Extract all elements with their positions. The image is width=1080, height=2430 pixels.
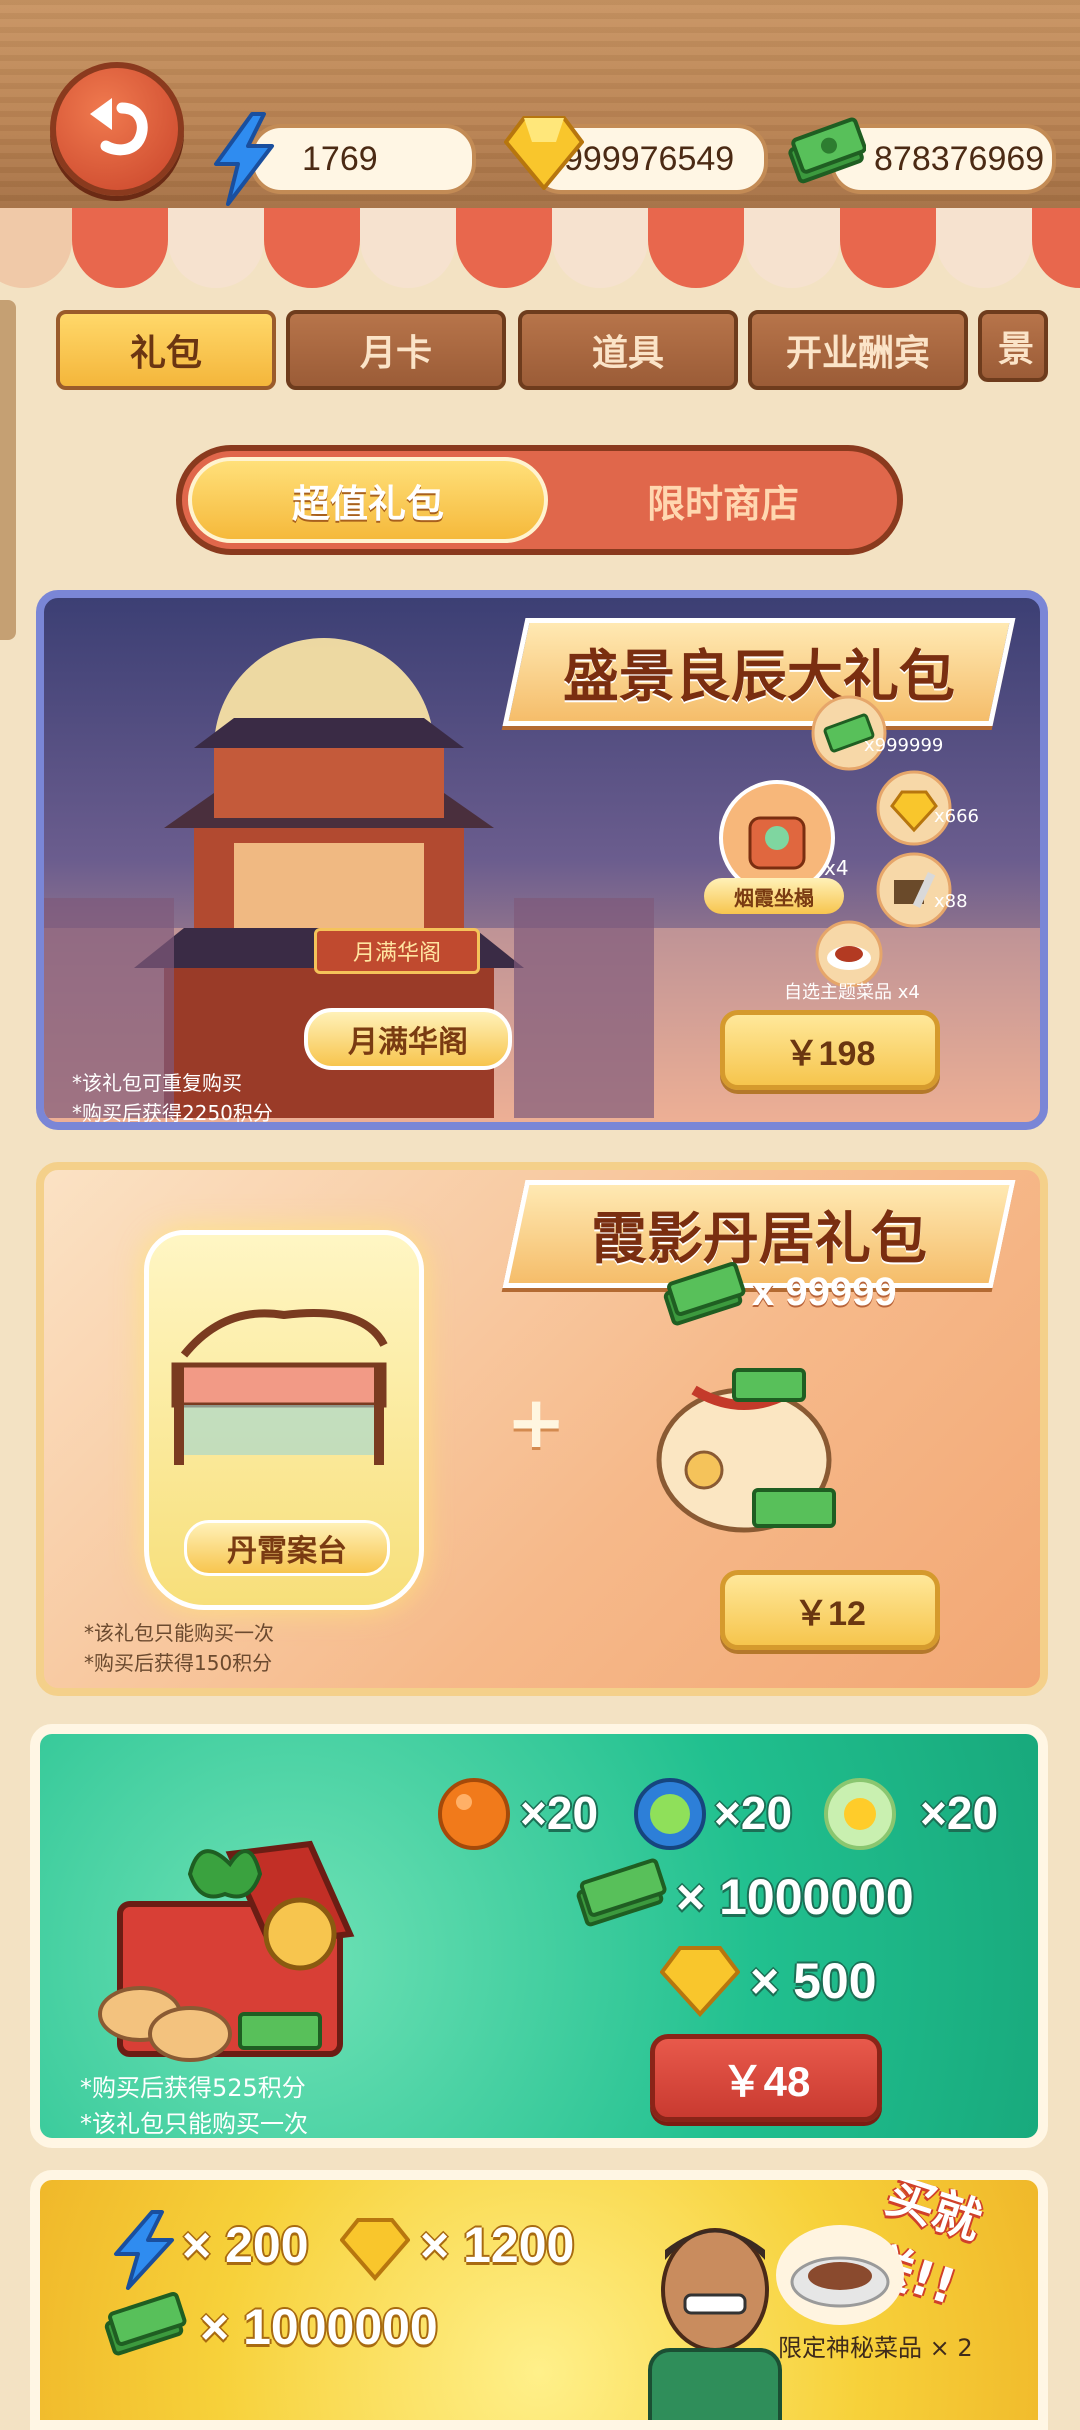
pack3-buy-button[interactable]: ￥48 [650, 2034, 882, 2122]
segment-label: 超值礼包 [291, 481, 444, 526]
pack-card-xiaying[interactable]: 霞影丹居礼包 丹霄案台 + x 99999 ￥12 *该礼包只能购买一次 *购买… [36, 1162, 1048, 1696]
robot-label: 烟霞坐榻 [704, 878, 844, 914]
pack3-gem-qty: × 500 [750, 1953, 877, 2009]
tab-label: 道具 [591, 333, 664, 374]
tab-label: 景 [998, 329, 1035, 370]
building-label: 月满华阁 [304, 1008, 512, 1070]
table-item-frame: 丹霄案台 [144, 1230, 424, 1610]
money-bag-icon [656, 1368, 836, 1533]
pack-card-grand[interactable]: 月满华阁 月满华阁 盛景良辰大礼包 x999999 x666 x4 烟霞坐榻 x… [36, 590, 1048, 1130]
note-line: *购买后获得2250积分 [72, 1101, 273, 1125]
awning-decoration [0, 208, 1080, 288]
pack1-notes: *该礼包可重复购买 *购买后获得2250积分 [72, 1068, 273, 1125]
cash-icon [788, 117, 866, 184]
robot-reward-qty: x4 [824, 856, 849, 880]
building-sign: 月满华阁 [314, 928, 480, 974]
back-arrow-icon [90, 98, 148, 156]
pack4-cash-qty: × 1000000 [200, 2299, 438, 2355]
gem-icon [504, 116, 584, 190]
segment-value-packs[interactable]: 超值礼包 [188, 457, 548, 543]
cash-icon [663, 1262, 746, 1326]
pack3-notes: *购买后获得525积分 *该礼包只能购买一次 [80, 2070, 308, 2138]
pack-card-yellow[interactable]: × 200 × 1200 × 1000000 买就送!! 限定神秘菜品 × 2 [30, 2170, 1048, 2430]
note-line: *购买后获得525积分 [80, 2074, 306, 2102]
orange-qty: ×20 [520, 1787, 599, 1839]
note-line: *该礼包只能购买一次 [80, 2110, 308, 2138]
cash-icon [104, 2292, 187, 2356]
tab-items[interactable]: 道具 [518, 310, 738, 390]
pack2-buy-button[interactable]: ￥12 [720, 1570, 940, 1650]
scroll-indicator[interactable] [0, 300, 16, 640]
mystery-dish-icon [776, 2225, 904, 2325]
lightning-icon [114, 2210, 174, 2290]
energy-value: 1769 [302, 139, 378, 178]
tab-monthly-card[interactable]: 月卡 [286, 310, 506, 390]
pack3-cash-qty: × 1000000 [676, 1869, 914, 1925]
tool-reward-qty: x88 [934, 891, 968, 912]
tab-label: 礼包 [129, 333, 202, 374]
energy-counter: 1769 [250, 124, 476, 194]
pack4-energy-qty: × 200 [182, 2217, 309, 2273]
tab-label: 月卡 [359, 333, 432, 374]
tab-gift-pack[interactable]: 礼包 [56, 310, 276, 390]
category-tabs: 礼包 月卡 道具 开业酬宾 景 [38, 300, 1058, 396]
back-button[interactable] [50, 62, 184, 196]
gift-box-icon [98, 1840, 355, 2062]
table-icon [171, 1309, 388, 1465]
shop-segment-control: 超值礼包 限时商店 [176, 445, 903, 555]
note-line: *该礼包可重复购买 [72, 1071, 242, 1095]
gem-icon [660, 1946, 740, 2017]
tab-scenery[interactable]: 景 [978, 310, 1048, 382]
mystery-dish-label: 限定神秘菜品 × 2 [778, 2334, 973, 2362]
pack2-title: 霞影丹居礼包 [591, 1206, 927, 1272]
pack-card-green[interactable]: ×20 ×20 ×20 × 1000000 × 500 ￥48 *购买后获得52… [30, 1724, 1048, 2148]
cash-reward-icon [811, 695, 887, 771]
orange-ball-icon [438, 1778, 510, 1850]
segment-limited-shop[interactable]: 限时商店 [549, 457, 897, 543]
pack1-title: 盛景良辰大礼包 [563, 644, 955, 710]
plus-icon: + [506, 1380, 567, 1464]
table-item-label: 丹霄案台 [184, 1520, 390, 1576]
pack2-notes: *该礼包只能购买一次 *购买后获得150积分 [84, 1618, 274, 1678]
gem-value: 999976549 [564, 139, 735, 178]
egg-icon [824, 1778, 896, 1850]
cash-reward-qty: x999999 [864, 735, 944, 756]
tab-label: 开业酬宾 [785, 333, 930, 374]
green-qty: ×20 [714, 1787, 793, 1839]
green-swirl-icon [634, 1778, 706, 1850]
segment-label: 限时商店 [646, 481, 799, 526]
pack1-buy-button[interactable]: ￥198 [720, 1010, 940, 1090]
pack1-title-banner: 盛景良辰大礼包 [502, 618, 1016, 726]
cash-value: 878376969 [874, 139, 1045, 178]
note-line: *购买后获得150积分 [84, 1651, 273, 1675]
cash-icon [576, 1858, 667, 1927]
dish-reward-label: 自选主题菜品 x4 [784, 982, 920, 1003]
gem-icon [340, 2218, 410, 2282]
pack4-gem-qty: × 1200 [420, 2217, 575, 2273]
pack2-cash-qty: x 99999 [752, 1270, 897, 1314]
egg-qty: ×20 [920, 1787, 999, 1839]
note-line: *该礼包只能购买一次 [84, 1621, 274, 1645]
lightning-icon [214, 112, 274, 206]
gem-reward-qty: x666 [934, 806, 980, 827]
tab-opening-sale[interactable]: 开业酬宾 [748, 310, 968, 390]
